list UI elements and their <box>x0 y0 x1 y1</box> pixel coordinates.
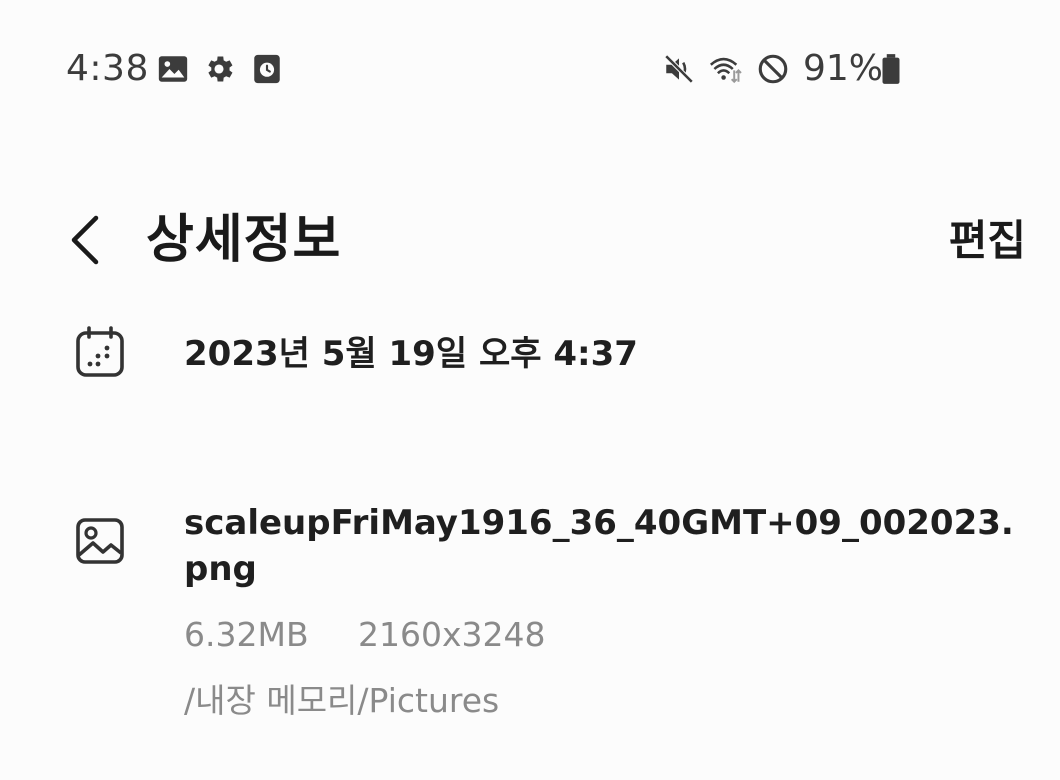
settings-icon <box>208 56 233 82</box>
edit-button[interactable]: 편집 <box>949 216 1026 266</box>
wifi-icon <box>709 57 742 84</box>
do-not-disturb-icon <box>758 54 788 84</box>
image-icon <box>76 518 124 564</box>
app-bar: 상세정보 편집 <box>0 190 1060 290</box>
status-bar: 4:38 91% <box>0 0 1060 130</box>
calendar-icon <box>76 326 124 377</box>
file-size: 6.32MB <box>184 615 309 654</box>
gallery-icon <box>158 56 188 82</box>
image-resolution: 2160x3248 <box>358 615 546 654</box>
status-time: 4:38 <box>66 48 149 89</box>
battery-icon <box>882 54 900 84</box>
mute-icon <box>664 54 694 84</box>
battery-percent: 91% <box>803 48 884 89</box>
file-name: scaleupFriMay1916_36_40GMT+09_002023.png <box>184 503 1014 589</box>
page-title: 상세정보 <box>146 210 342 270</box>
date-taken: 2023년 5월 19일 오후 4:37 <box>184 334 638 374</box>
file-path: /내장 메모리/Pictures <box>184 681 500 720</box>
back-button[interactable] <box>62 210 112 270</box>
screen-recorder-icon <box>254 54 280 84</box>
chevron-left-icon <box>71 215 99 265</box>
